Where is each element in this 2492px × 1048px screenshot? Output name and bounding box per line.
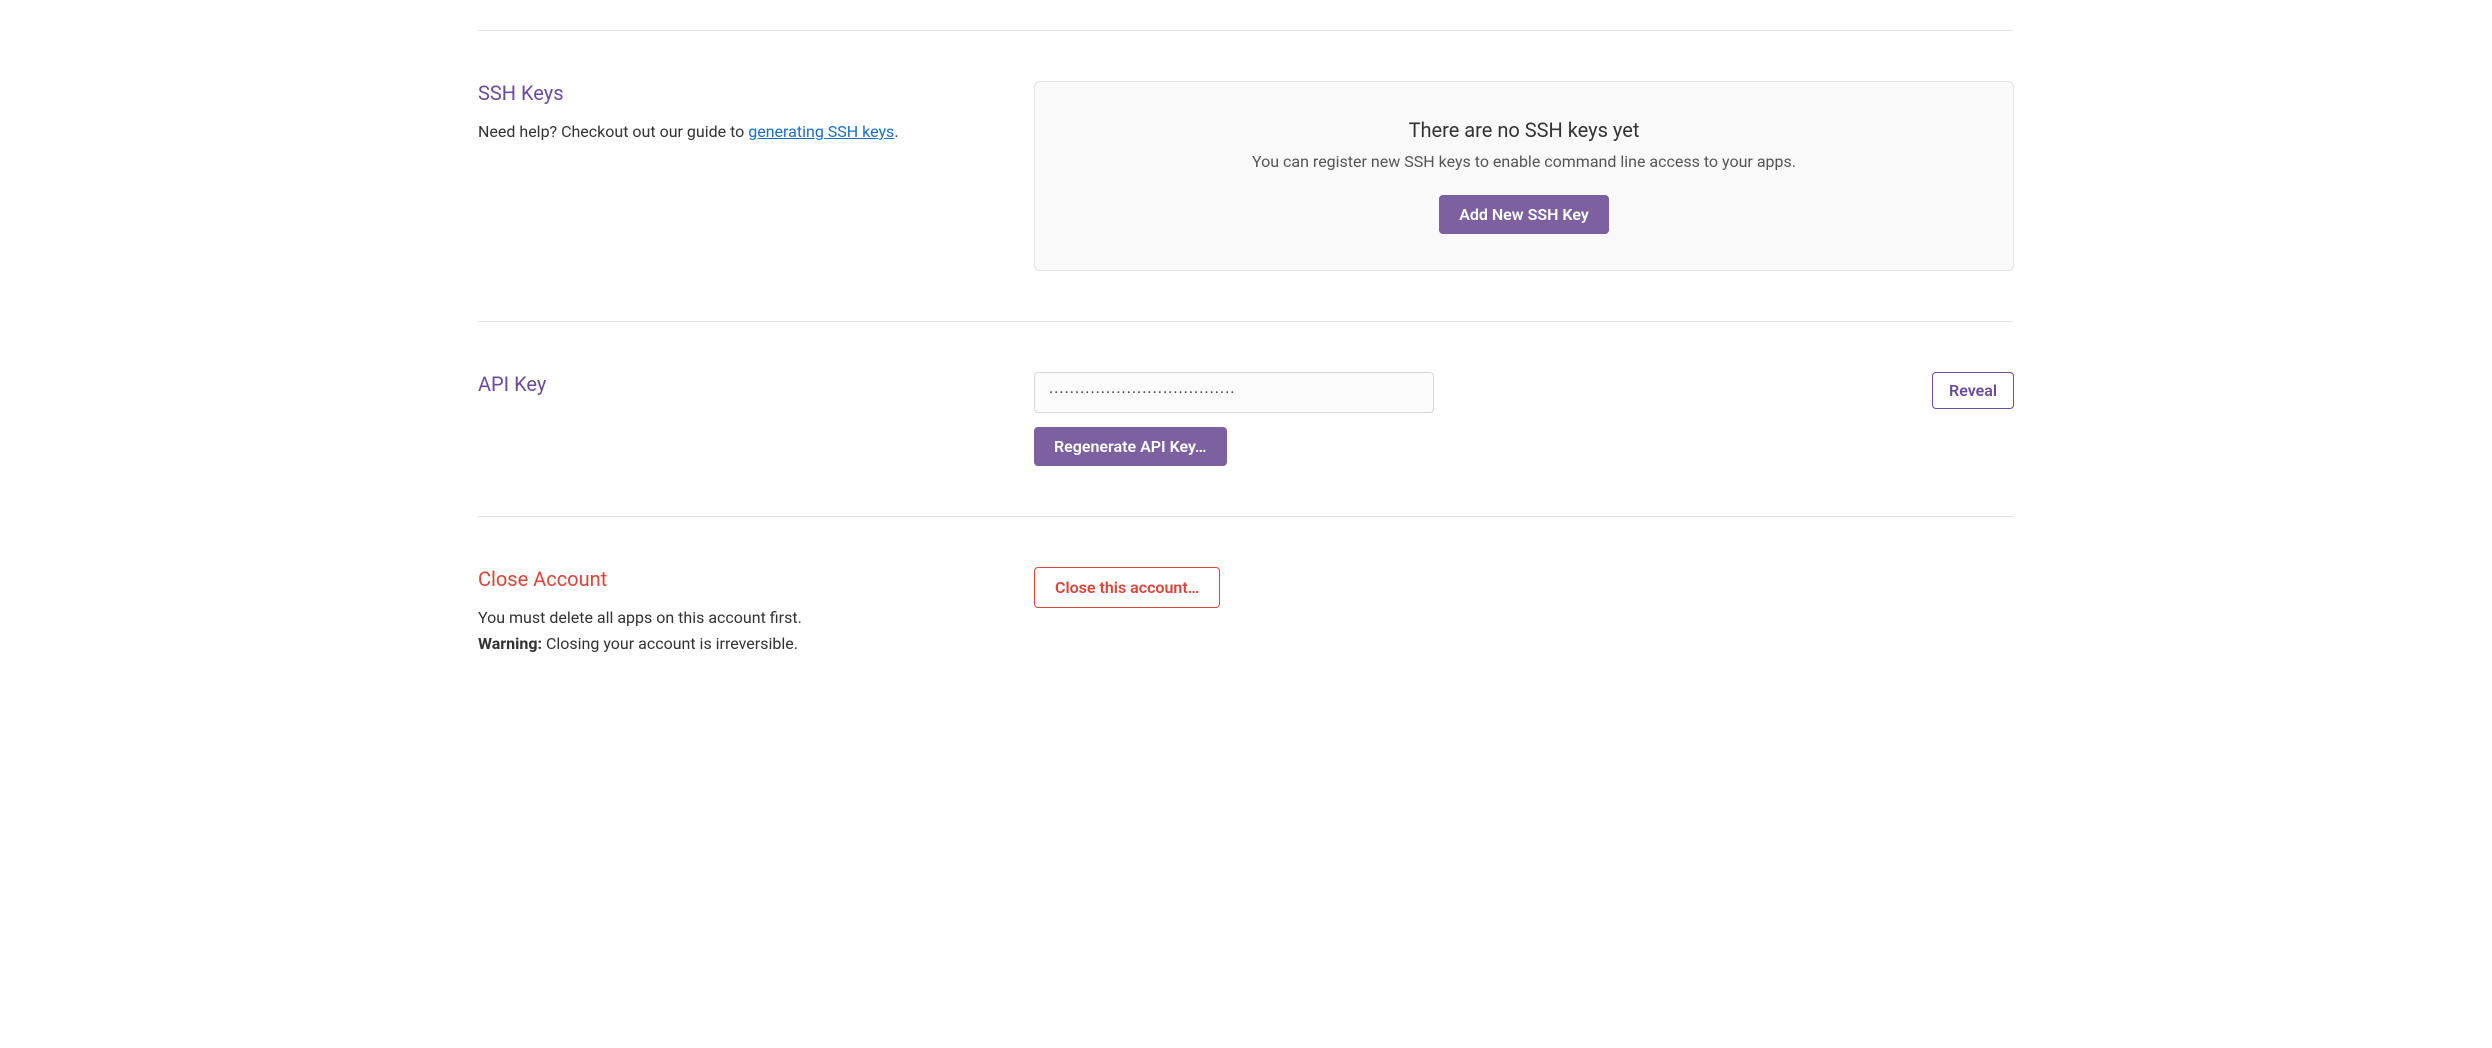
ssh-keys-description: Need help? Checkout out our guide to gen… bbox=[478, 119, 994, 145]
add-new-ssh-key-button[interactable]: Add New SSH Key bbox=[1439, 195, 1609, 234]
ssh-desc-prefix: Need help? Checkout out our guide to bbox=[478, 122, 748, 141]
close-desc-line1: You must delete all apps on this account… bbox=[478, 608, 802, 627]
generating-ssh-keys-link[interactable]: generating SSH keys bbox=[748, 122, 894, 141]
ssh-keys-section: SSH Keys Need help? Checkout out our gui… bbox=[478, 31, 2014, 321]
api-key-input[interactable] bbox=[1034, 372, 1434, 413]
close-account-title: Close Account bbox=[478, 567, 994, 591]
ssh-desc-suffix: . bbox=[894, 122, 898, 141]
ssh-keys-title: SSH Keys bbox=[478, 81, 994, 105]
close-account-section: Close Account You must delete all apps o… bbox=[478, 517, 2014, 706]
close-warning-label: Warning: bbox=[478, 634, 542, 653]
close-warning-text: Closing your account is irreversible. bbox=[542, 634, 798, 653]
close-account-description: You must delete all apps on this account… bbox=[478, 605, 994, 656]
api-key-title: API Key bbox=[478, 372, 994, 396]
reveal-api-key-button[interactable]: Reveal bbox=[1932, 372, 2014, 409]
regenerate-api-key-button[interactable]: Regenerate API Key… bbox=[1034, 427, 1227, 466]
ssh-empty-description: You can register new SSH keys to enable … bbox=[1059, 152, 1989, 171]
ssh-keys-empty-panel: There are no SSH keys yet You can regist… bbox=[1034, 81, 2014, 271]
ssh-empty-title: There are no SSH keys yet bbox=[1059, 118, 1989, 142]
close-this-account-button[interactable]: Close this account… bbox=[1034, 567, 1220, 608]
api-key-section: API Key Regenerate API Key… Reveal bbox=[478, 322, 2014, 516]
